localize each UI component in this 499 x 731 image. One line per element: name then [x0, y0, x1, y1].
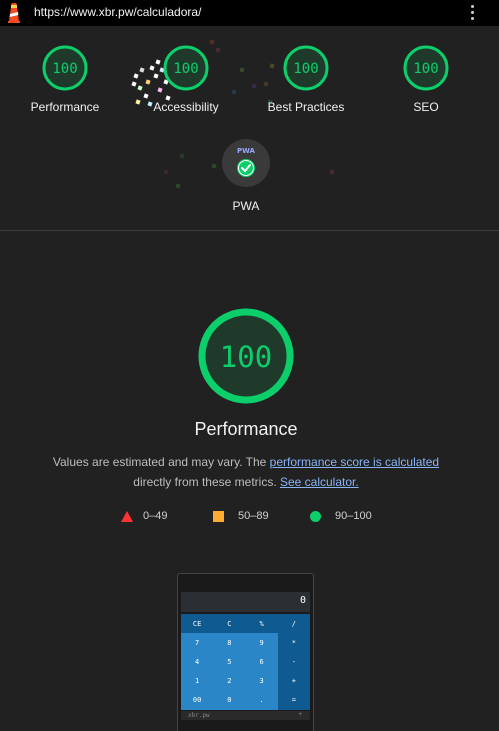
gauge-label: Accessibility — [153, 100, 219, 114]
gauge-ring: 100 — [283, 45, 329, 91]
desc-text: directly from these metrics. — [133, 475, 280, 489]
calc-display: 0 — [299, 595, 306, 606]
performance-description: Values are estimated and may vary. The p… — [20, 452, 472, 492]
circle-icon — [310, 510, 321, 522]
gauge-ring: 100 — [403, 45, 449, 91]
calc-keypad: CE C%/ 7 8 9 * 4 5 6- 1 2 3 +00 0. = — [181, 614, 310, 710]
calc-key: 2 — [213, 671, 246, 691]
calc-key: . — [245, 690, 278, 710]
calc-key: 00 — [181, 690, 214, 710]
gauge-label: Performance — [30, 100, 100, 114]
pwa-label: PWA — [232, 199, 260, 213]
calc-key: / — [277, 614, 310, 634]
gauge-accessibility[interactable]: 100 Accessibility — [131, 44, 241, 114]
calc-display-area: 0 — [181, 592, 310, 612]
calc-key: 8 — [213, 633, 246, 653]
calc-key: 7 — [181, 633, 214, 653]
triangle-icon — [121, 510, 133, 522]
gauge-label: Best Practices — [267, 100, 345, 114]
pwa-badge[interactable]: PWA — [222, 139, 270, 187]
gauge-label: SEO — [413, 100, 439, 114]
calc-key: % — [245, 614, 278, 634]
top-bar: https://www.xbr.pw/calculadora/ — [0, 0, 499, 26]
more-menu-icon[interactable] — [466, 2, 478, 24]
gauge-ring: 100 — [163, 45, 209, 91]
scores-summary: 100 Performance 100 Accessibility 100 Be… — [0, 26, 499, 231]
calc-key: - — [277, 652, 310, 672]
plus-icon: + — [298, 711, 302, 718]
gauge-best-practices[interactable]: 100 Best Practices — [251, 44, 361, 114]
calc-key: 3 — [245, 671, 278, 691]
calc-key: * — [277, 633, 310, 653]
calc-key: 9 — [245, 633, 278, 653]
legend-label: 90–100 — [335, 510, 372, 522]
performance-title: Performance — [194, 419, 298, 439]
final-screenshot[interactable]: 0 CE C%/7 8 9 * 4 5 6-1 2 3 +00 0. = xbr.pw + — [177, 573, 314, 731]
gauge-score: 100 — [413, 61, 438, 77]
lighthouse-icon[interactable] — [5, 3, 23, 23]
legend-average: 50–89 — [213, 510, 269, 522]
legend-fail: 0–49 — [121, 510, 167, 522]
score-legend: 0–49 50–89 90–100 — [0, 510, 499, 526]
gauge-score: 100 — [173, 61, 198, 77]
calc-key: CE — [181, 614, 214, 634]
calc-key: C — [213, 614, 246, 634]
calc-key: 0 — [213, 690, 246, 710]
gauge-ring: 100 — [42, 45, 88, 91]
gauge-score: 100 — [52, 61, 77, 77]
square-icon — [213, 510, 224, 522]
legend-label: 0–49 — [143, 510, 168, 522]
calc-key: = — [277, 690, 310, 710]
calc-key: + — [277, 671, 310, 691]
calc-key: 6 — [245, 652, 278, 672]
calc-footer: xbr.pw + — [181, 711, 310, 720]
gauge-seo[interactable]: 100 SEO — [371, 44, 481, 114]
legend-pass: 90–100 — [310, 510, 372, 522]
gauge-score: 100 — [293, 61, 318, 77]
calc-key: 5 — [213, 652, 246, 672]
see-calculator-link[interactable]: See calculator. — [280, 475, 359, 489]
calc-site: xbr.pw — [188, 712, 210, 719]
gauge-performance[interactable]: 100 Performance — [10, 44, 120, 114]
performance-score: 100 — [220, 340, 272, 374]
performance-score-link[interactable]: performance score is calculated — [270, 455, 439, 469]
desc-text: Values are estimated and may vary. The — [52, 455, 270, 469]
calc-key: 4 — [181, 652, 214, 672]
calc-key: 1 — [181, 671, 214, 691]
pwa-badge-text: PWA — [237, 147, 256, 155]
performance-main-gauge: 100 — [198, 308, 294, 404]
page-url[interactable]: https://www.xbr.pw/calculadora/ — [34, 5, 201, 19]
pwa-check-icon: PWA — [237, 147, 256, 177]
legend-label: 50–89 — [238, 510, 269, 522]
